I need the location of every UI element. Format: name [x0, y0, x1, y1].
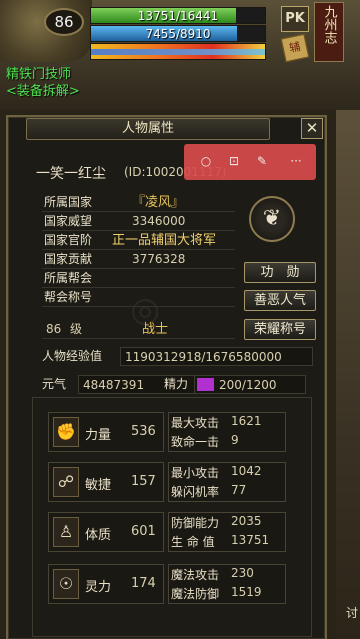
- derived-label: 魔法攻击: [171, 568, 220, 582]
- faction-emblem-icon: ❦: [249, 196, 295, 242]
- player-level-badge: 86: [44, 8, 84, 36]
- info-row: 所属帮会: [42, 269, 235, 288]
- magic-wand-icon[interactable]: ✎: [254, 153, 270, 169]
- experience-label: 人物经验值: [42, 349, 103, 363]
- stat-derived: 防御能力 2035 生 命 值 13751: [168, 512, 286, 552]
- stat-name: 灵力: [85, 580, 112, 595]
- derived-value: 9: [231, 433, 239, 447]
- derived-label: 生 命 值: [171, 535, 215, 549]
- stat-name: 力量: [85, 428, 112, 443]
- info-row: 国家威望 3346000: [42, 212, 235, 231]
- info-value: 正一品辅国大将军: [112, 233, 217, 248]
- info-key: 国家官阶: [44, 233, 93, 247]
- stat-primary: ☍ 敏捷 157: [48, 462, 164, 502]
- info-row: 所属国家 『凌风』: [42, 193, 235, 212]
- derived-value: 1042: [231, 464, 262, 478]
- mp-bar: 7455/8910: [90, 25, 266, 42]
- torso-icon: ♙: [53, 517, 79, 547]
- info-key: 国家贡献: [44, 252, 93, 266]
- derived-label: 最大攻击: [171, 416, 220, 430]
- stat-value: 157: [131, 474, 156, 489]
- derived-label: 躲闪机率: [171, 485, 220, 499]
- logo-text: 九州志: [321, 5, 337, 44]
- stat-primary: ♙ 体质 601: [48, 512, 164, 552]
- info-key: 所属国家: [44, 195, 93, 209]
- floating-toolbar: ○ ⊡ ✎ ···: [184, 144, 316, 180]
- derived-value: 1519: [231, 585, 262, 599]
- info-value: 3776328: [132, 252, 186, 266]
- corner-text: 讨: [345, 606, 358, 620]
- stat-derived: 魔法攻击 230 魔法防御 1519: [168, 564, 286, 604]
- level-job-row: 86 级 战士: [42, 320, 235, 339]
- stat-name: 敏捷: [85, 478, 112, 493]
- info-row: 帮会称号: [42, 288, 235, 307]
- assist-scroll-icon[interactable]: 辅: [280, 33, 310, 63]
- yuanqi-label: 元气: [42, 377, 67, 391]
- stat-group-strength: ✊ 力量 536 最大攻击 1621 致命一击 9: [40, 411, 298, 452]
- stat-name: 体质: [85, 528, 112, 543]
- character-info-table: 所属国家 『凌风』 国家威望 3346000 国家官阶 正一品辅国大将军 国家贡…: [42, 193, 235, 307]
- info-value: 3346000: [132, 214, 186, 228]
- stat-value: 174: [131, 576, 156, 591]
- npc-title: 精铁门技师 <装备拆解>: [6, 66, 80, 100]
- stat-primary: ☉ 灵力 174: [48, 564, 164, 604]
- ai-icon[interactable]: ⊡: [226, 153, 242, 169]
- level-unit: 级: [70, 322, 83, 336]
- search-icon[interactable]: ○: [198, 153, 214, 169]
- character-level: 86: [46, 322, 62, 336]
- reputation-button[interactable]: 善恶人气: [244, 290, 316, 311]
- hp-text: 13751/16441: [137, 9, 219, 23]
- hp-bar: 13751/16441: [90, 7, 266, 24]
- close-button[interactable]: ✕: [301, 118, 323, 139]
- derived-label: 防御能力: [171, 516, 220, 530]
- character-job: 战士: [142, 322, 169, 337]
- panel-title: 人物属性: [26, 118, 270, 140]
- experience-stripe: [91, 49, 265, 55]
- stat-value: 536: [131, 424, 156, 439]
- stat-group-constitution: ♙ 体质 601 防御能力 2035 生 命 值 13751: [40, 511, 298, 552]
- mp-text: 7455/8910: [145, 27, 211, 41]
- stat-value: 601: [131, 524, 156, 539]
- derived-value: 230: [231, 566, 254, 580]
- info-key: 帮会称号: [44, 290, 93, 304]
- derived-value: 1621: [231, 414, 262, 428]
- pk-mode-button[interactable]: PK: [281, 6, 309, 32]
- info-key: 所属帮会: [44, 271, 93, 285]
- derived-value: 2035: [231, 514, 262, 528]
- scenery-strip: [336, 110, 360, 639]
- stat-group-agility: ☍ 敏捷 157 最小攻击 1042 躲闪机率 77: [40, 461, 298, 502]
- fist-icon: ✊: [53, 417, 79, 447]
- npc-title-name: 精铁门技师: [6, 67, 72, 82]
- info-value: 『凌风』: [132, 195, 185, 210]
- honor-title-button[interactable]: 荣耀称号: [244, 319, 316, 340]
- derived-label: 最小攻击: [171, 466, 220, 480]
- brain-icon: ☉: [53, 569, 79, 599]
- jingli-label: 精力: [164, 377, 189, 391]
- derived-value: 77: [231, 483, 247, 497]
- info-key: 国家威望: [44, 214, 93, 228]
- stat-derived: 最小攻击 1042 躲闪机率 77: [168, 462, 286, 502]
- energy-row: 元气 48487391 精力 200/1200: [42, 375, 313, 394]
- jingli-color-icon: [197, 378, 214, 391]
- derived-label: 魔法防御: [171, 587, 220, 601]
- experience-bar: [90, 43, 266, 60]
- experience-value: 1190312918/1676580000: [120, 347, 313, 366]
- npc-title-role: <装备拆解>: [6, 84, 80, 99]
- leg-icon: ☍: [53, 467, 79, 497]
- stat-group-spirit: ☉ 灵力 174 魔法攻击 230 魔法防御 1519: [40, 563, 298, 604]
- info-row: 国家贡献 3776328: [42, 250, 235, 269]
- merit-button[interactable]: 功 勋: [244, 262, 316, 283]
- experience-row: 人物经验值 1190312918/1676580000: [42, 347, 313, 366]
- derived-value: 13751: [231, 533, 270, 547]
- character-name: 一笑一红尘: [36, 166, 106, 182]
- more-icon[interactable]: ···: [288, 153, 304, 169]
- derived-label: 致命一击: [171, 435, 220, 449]
- stat-derived: 最大攻击 1621 致命一击 9: [168, 412, 286, 452]
- info-row: 国家官阶 正一品辅国大将军: [42, 231, 235, 250]
- game-logo: 九州志: [314, 2, 344, 62]
- stat-primary: ✊ 力量 536: [48, 412, 164, 452]
